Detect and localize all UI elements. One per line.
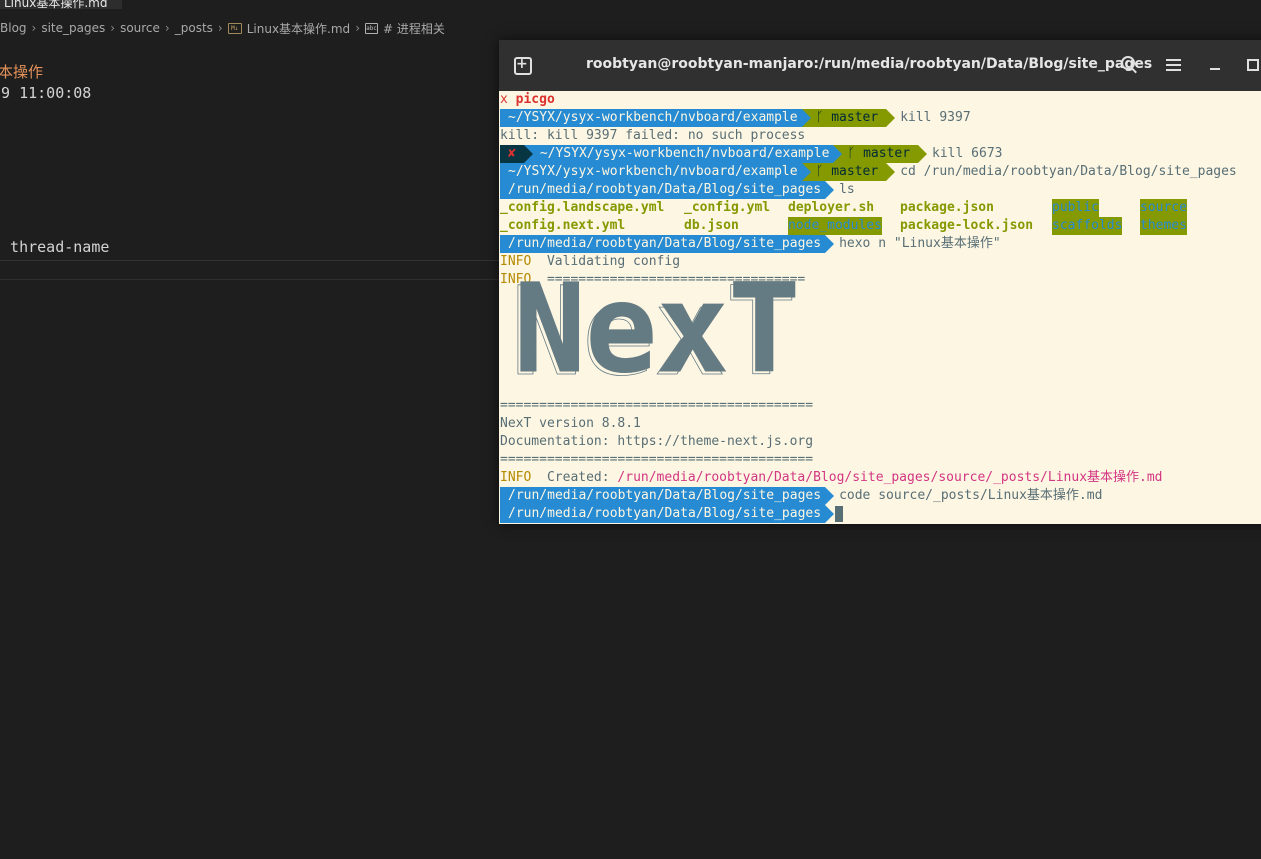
terminal-cursor[interactable]: [835, 505, 844, 522]
prompt-line: /run/media/roobtyan/Data/Blog/site_pages…: [500, 487, 1102, 505]
ls-output-row: _config.landscape.yml _config.yml deploy…: [500, 199, 1261, 217]
error-status-icon: ✘: [500, 145, 533, 163]
chevron-right-icon: ›: [31, 21, 37, 35]
minimize-button[interactable]: [1205, 54, 1227, 76]
command: ls: [839, 182, 855, 197]
breadcrumb-item-site-pages[interactable]: site_pages: [41, 21, 105, 35]
command: code source/_posts/Linux基本操作.md: [839, 488, 1103, 503]
ls-file: package-lock.json: [900, 218, 1034, 233]
prompt-path: /run/media/roobtyan/Data/Blog/site_pages: [500, 181, 835, 199]
ls-file: _config.yml: [684, 200, 771, 215]
prompt-line: /run/media/roobtyan/Data/Blog/site_pages…: [500, 235, 1001, 253]
ls-file: package.json: [900, 200, 994, 215]
prompt-line: /run/media/roobtyan/Data/Blog/site_pages: [500, 505, 844, 523]
ls-file: _config.landscape.yml: [500, 200, 665, 215]
editor-divider: [0, 279, 500, 280]
ls-output-row: _config.next.yml db.json node_modules pa…: [500, 217, 1261, 235]
chevron-right-icon: ›: [110, 21, 116, 35]
breadcrumb-item-posts[interactable]: _posts: [175, 21, 213, 35]
breadcrumb-item-blog[interactable]: Blog: [0, 21, 27, 35]
breadcrumb-item-file[interactable]: Linux基本操作.md: [247, 20, 350, 37]
prompt-line: /run/media/roobtyan/Data/Blog/site_pages…: [500, 181, 855, 199]
menu-icon: [1166, 59, 1181, 61]
next-logo: NexT NexT: [514, 277, 801, 381]
terminal-line: Documentation: https://theme-next.js.org: [500, 434, 814, 449]
git-branch: ᚴ master: [833, 145, 927, 163]
ls-file: _config.next.yml: [500, 218, 626, 233]
markdown-file-icon: M↓: [227, 22, 242, 34]
next-logo-shadow: NexT: [514, 277, 797, 381]
chevron-right-icon: ›: [217, 21, 223, 35]
editor-tab[interactable]: Linux基本操作.md: [0, 0, 122, 9]
prompt-path: ~/YSYX/ysyx-workbench/nvboard/example: [523, 145, 843, 163]
prompt-path: /run/media/roobtyan/Data/Blog/site_pages: [500, 487, 835, 505]
prompt-path: /run/media/roobtyan/Data/Blog/site_pages: [500, 505, 835, 523]
editor-line-date[interactable]: 19 11:00:08: [0, 84, 91, 102]
git-branch-icon: ᚴ: [815, 164, 832, 179]
minimize-icon: [1210, 68, 1220, 70]
breadcrumb: Blog › site_pages › source › _posts › M↓…: [0, 19, 445, 37]
ls-directory: source: [1140, 199, 1187, 217]
ls-file: deployer.sh: [788, 200, 875, 215]
command: hexo n "Linux基本操作": [839, 236, 1001, 251]
git-branch-icon: ᚴ: [847, 146, 864, 161]
prompt-line: ~/YSYX/ysyx-workbench/nvboard/example ᚴ m…: [500, 109, 971, 127]
ls-file: db.json: [684, 218, 739, 233]
ls-directory: themes: [1140, 217, 1187, 235]
editor-line-title[interactable]: 本操作: [0, 61, 43, 82]
search-button[interactable]: [1119, 54, 1141, 76]
chevron-right-icon: ›: [164, 21, 170, 35]
terminal-line: NexT version 8.8.1: [500, 416, 641, 431]
git-branch: ᚴ master: [801, 109, 895, 127]
terminal-line: kill: kill 9397 failed: no such process: [500, 128, 806, 143]
prompt-line: ~/YSYX/ysyx-workbench/nvboard/example ᚴ m…: [500, 163, 1237, 181]
breadcrumb-item-heading[interactable]: # 进程相关: [383, 20, 445, 37]
prompt-path: /run/media/roobtyan/Data/Blog/site_pages: [500, 235, 835, 253]
maximize-icon: [1247, 59, 1259, 71]
breadcrumb-item-source[interactable]: source: [120, 21, 160, 35]
created-file-path: /run/media/roobtyan/Data/Blog/site_pages…: [617, 470, 1163, 485]
terminal-line: ========================================: [500, 398, 814, 413]
terminal-output[interactable]: x picgo ~/YSYX/ysyx-workbench/nvboard/ex…: [500, 91, 1261, 524]
menu-button[interactable]: [1163, 54, 1185, 76]
git-branch-icon: ᚴ: [815, 110, 832, 125]
prompt-line: ✘ ~/YSYX/ysyx-workbench/nvboard/example ᚴ …: [500, 145, 1002, 163]
new-tab-button[interactable]: +: [512, 54, 534, 76]
terminal-line: x picgo: [500, 92, 555, 107]
command: kill 9397: [900, 110, 971, 125]
terminal-window[interactable]: + roobtyan@roobtyan-manjaro:/run/media/r…: [499, 40, 1261, 524]
ls-directory: public: [1052, 199, 1099, 217]
terminal-line: INFO Validating config: [500, 254, 681, 269]
ls-directory: node_modules: [788, 217, 882, 235]
editor-tab-label: Linux基本操作.md: [4, 0, 108, 9]
maximize-button[interactable]: [1243, 54, 1261, 76]
ls-directory: scaffolds: [1052, 217, 1123, 235]
terminal-title: roobtyan@roobtyan-manjaro:/run/media/roo…: [586, 56, 1153, 72]
command: kill 6673: [932, 146, 1003, 161]
prompt-path: ~/YSYX/ysyx-workbench/nvboard/example: [500, 109, 811, 127]
editor-line-thread[interactable]: o thread-name: [0, 238, 109, 256]
terminal-titlebar[interactable]: + roobtyan@roobtyan-manjaro:/run/media/r…: [499, 40, 1261, 91]
git-branch: ᚴ master: [801, 163, 895, 181]
terminal-line: INFO Created: /run/media/roobtyan/Data/B…: [500, 470, 1163, 485]
command: cd /run/media/roobtyan/Data/Blog/site_pa…: [900, 164, 1237, 179]
symbol-string-icon: abc: [365, 22, 378, 34]
editor-current-line-border: [0, 260, 500, 261]
prompt-path: ~/YSYX/ysyx-workbench/nvboard/example: [500, 163, 811, 181]
chevron-right-icon: ›: [355, 21, 360, 35]
terminal-line: ========================================: [500, 452, 814, 467]
